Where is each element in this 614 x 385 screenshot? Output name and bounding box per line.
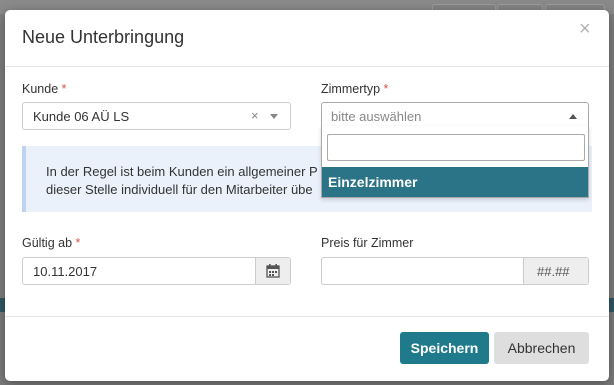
info-text-line: dieser Stelle individuell für den Mitarb… [46,182,313,197]
zimmertyp-label-text: Zimmertyp [321,82,381,96]
required-mark: * [383,82,389,96]
footer-divider [5,316,609,317]
required-mark: * [75,236,81,250]
modal-title: Neue Unterbringung [22,27,185,47]
calendar-button[interactable] [255,258,290,284]
preis-label: Preis für Zimmer [321,236,414,250]
required-mark: * [61,82,67,96]
calendar-icon [266,264,280,278]
dropdown-option-einzelzimmer[interactable]: Einzelzimmer [322,167,588,197]
zimmertyp-placeholder: bitte auswählen [331,109,422,124]
gueltig-ab-label: Gültig ab * [22,236,80,250]
zimmertyp-dropdown: Einzelzimmer [321,126,589,198]
save-button[interactable]: Speichern [400,332,489,364]
zimmertyp-label: Zimmertyp * [321,82,388,96]
cancel-button[interactable]: Abbrechen [494,332,589,364]
close-icon[interactable]: × [579,18,591,41]
gueltig-ab-input[interactable]: 10.11.2017 [22,257,291,285]
kunde-select-value: Kunde 06 AÜ LS [33,109,130,124]
gueltig-ab-value: 10.11.2017 [33,264,98,279]
background-strip [609,298,614,312]
info-text-line: In der Regel ist beim Kunden ein allgeme… [46,164,318,179]
dropdown-option-label: Einzelzimmer [328,174,418,190]
kunde-label: Kunde * [22,82,67,96]
kunde-label-text: Kunde [22,82,59,96]
chevron-up-icon[interactable] [569,114,577,119]
preis-input[interactable]: ##.## [321,257,589,285]
chevron-down-icon[interactable] [270,114,278,119]
kunde-select[interactable]: Kunde 06 AÜ LS × [22,102,291,130]
zimmertyp-search-input[interactable] [327,134,585,161]
gueltig-ab-label-text: Gültig ab [22,236,73,250]
modal-header: Neue Unterbringung × [5,10,609,67]
price-format-addon: ##.## [523,258,588,284]
price-format-text: ##.## [537,264,570,279]
clear-icon[interactable]: × [251,108,259,123]
